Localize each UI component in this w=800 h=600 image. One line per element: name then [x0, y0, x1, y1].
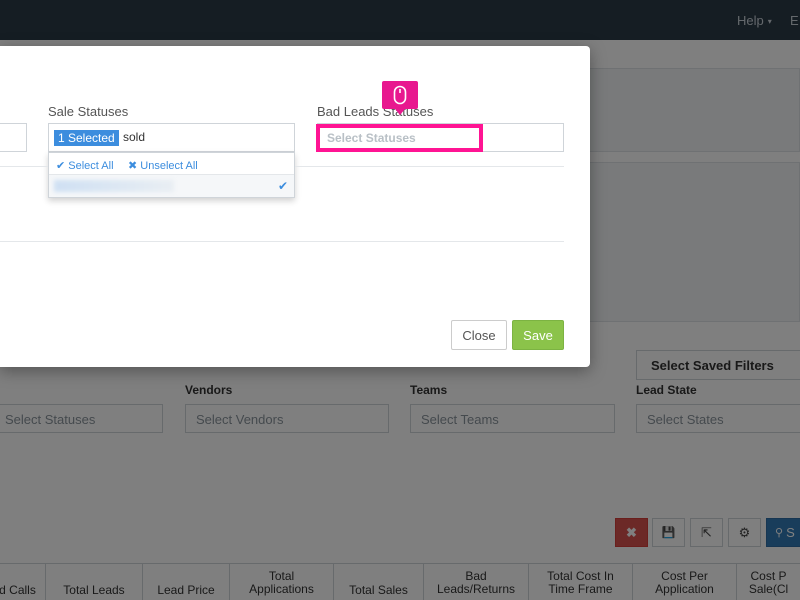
sale-statuses-search-input[interactable]: sold — [123, 130, 145, 144]
close-icon: ✖ — [128, 160, 138, 172]
divider — [0, 241, 564, 242]
select-all-link[interactable]: ✔ Select All — [56, 159, 114, 172]
save-button[interactable]: Save — [512, 320, 564, 350]
check-icon: ✔ — [277, 179, 288, 193]
mouse-icon — [393, 85, 407, 105]
sale-statuses-label: Sale Statuses — [48, 104, 129, 119]
filter-modal: Sale Statuses 1 Selected sold ✔ Select A… — [0, 46, 590, 367]
selected-count-badge: 1 Selected — [54, 130, 119, 146]
click-target-highlight — [316, 124, 483, 152]
dropdown-option-selected[interactable]: ✔ — [49, 175, 294, 197]
sale-statuses-dropdown: ✔ Select All ✖ Unselect All ✔ — [48, 152, 295, 198]
divider — [0, 166, 48, 167]
sale-statuses-select[interactable]: 1 Selected sold — [48, 123, 295, 152]
redacted-option-label — [54, 180, 174, 192]
check-icon: ✔ — [56, 160, 66, 172]
previous-field-select[interactable] — [0, 123, 27, 152]
dropdown-actions: ✔ Select All ✖ Unselect All — [49, 153, 294, 175]
close-button[interactable]: Close — [451, 320, 507, 350]
divider — [295, 166, 564, 167]
unselect-all-link[interactable]: ✖ Unselect All — [128, 159, 198, 172]
mouse-click-marker — [382, 81, 418, 115]
